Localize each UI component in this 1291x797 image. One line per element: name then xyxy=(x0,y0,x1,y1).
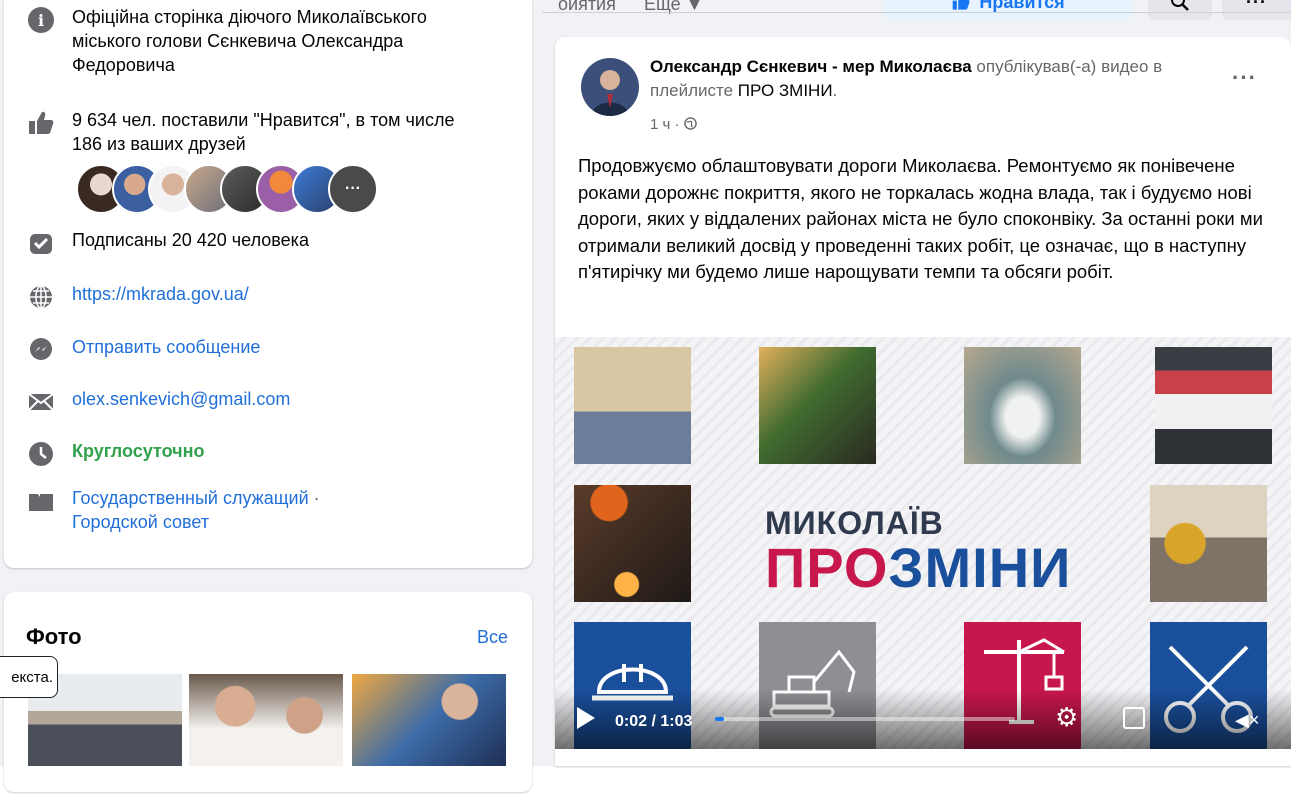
video-logo: МИКОЛАЇВ ПРОЗМІНИ xyxy=(765,505,1071,596)
like-page-button[interactable]: Нравится xyxy=(884,0,1132,20)
tab-more[interactable]: Еще ▼ xyxy=(644,0,703,22)
post-author-link[interactable]: Олександр Сєнкевич - мер Миколаєва xyxy=(650,57,972,76)
photos-title: Фото xyxy=(26,624,82,649)
about-description: Офіційна сторінка діючого Миколаївського… xyxy=(72,7,427,75)
opening-hours: Круглосуточно xyxy=(72,441,205,461)
see-all-photos-link[interactable]: Все xyxy=(477,627,508,648)
category-separator: · xyxy=(308,488,320,508)
about-email-row: olex.senkevich@gmail.com xyxy=(26,387,290,417)
mute-icon[interactable]: ◀× xyxy=(1235,710,1259,731)
public-globe-icon xyxy=(683,117,697,130)
video-tile-fire-boat xyxy=(964,347,1081,464)
more-friends-avatar[interactable]: ··· xyxy=(328,164,378,214)
photo-thumbnail[interactable] xyxy=(189,674,343,766)
about-followers-row: Подписаны 20 420 человека xyxy=(26,228,309,258)
clock-icon xyxy=(26,439,56,469)
photo-thumbnail[interactable] xyxy=(352,674,506,766)
email-link[interactable]: olex.senkevich@gmail.com xyxy=(72,387,290,411)
video-player[interactable]: МИКОЛАЇВ ПРОЗМІНИ 0:02 / 1:03 ⚙ ◀× xyxy=(555,337,1291,749)
video-tile-industrial xyxy=(759,347,876,464)
about-likes: 9 634 чел. поставили "Нравится", в том ч… xyxy=(72,110,455,154)
about-category: Государственный служащий · Городской сов… xyxy=(72,486,432,534)
friends-avatars[interactable]: ··· xyxy=(76,164,416,214)
settings-gear-icon[interactable]: ⚙ xyxy=(1055,702,1078,733)
post-card: Олександр Сєнкевич - мер Миколаєва опубл… xyxy=(555,37,1291,766)
about-description-row: i Офіційна сторінка діючого Миколаївсько… xyxy=(26,5,452,77)
photos-card: Фото Все xyxy=(4,592,532,792)
video-tile-welder xyxy=(574,485,691,602)
about-followers: Подписаны 20 420 человека xyxy=(72,230,309,250)
video-tile-trolleybus xyxy=(1155,347,1272,464)
like-button-label: Нравится xyxy=(979,0,1065,12)
envelope-icon xyxy=(26,387,56,417)
video-controls: 0:02 / 1:03 ⚙ ◀× xyxy=(555,689,1291,749)
more-options-button[interactable]: ··· xyxy=(1222,0,1291,20)
category-city-council-link[interactable]: Городской совет xyxy=(72,512,209,532)
about-hours-row: Круглосуточно xyxy=(26,439,204,469)
video-time: 0:02 / 1:03 xyxy=(615,713,693,730)
video-tile-warehouse xyxy=(574,347,691,464)
tab-events[interactable]: оиятия xyxy=(558,0,616,22)
about-card: i Офіційна сторінка діючого Миколаївсько… xyxy=(4,0,532,568)
playlist-link[interactable]: ПРО ЗМІНИ xyxy=(738,81,833,100)
post-timestamp[interactable]: 1 ч · xyxy=(650,116,697,133)
video-tile-excavator-photo xyxy=(1150,485,1267,602)
search-icon xyxy=(1171,0,1189,11)
about-likes-row: 9 634 чел. поставили "Нравится", в том ч… xyxy=(26,108,482,156)
more-dots-icon: ··· xyxy=(1246,0,1267,12)
author-avatar[interactable] xyxy=(581,58,639,116)
post-time-text: 1 ч · xyxy=(650,116,684,133)
video-progress xyxy=(715,717,724,721)
post-options-button[interactable]: ··· xyxy=(1232,65,1257,91)
folder-icon xyxy=(26,486,56,516)
info-icon: i xyxy=(26,5,56,35)
play-button[interactable] xyxy=(577,707,595,729)
picture-in-picture-button[interactable] xyxy=(1123,707,1145,729)
thumbs-up-icon xyxy=(953,0,970,10)
post-text: Продовжуємо облаштовувати дороги Миколає… xyxy=(578,155,1263,282)
about-category-row: Государственный служащий · Городской сов… xyxy=(26,486,432,534)
search-button[interactable] xyxy=(1148,0,1212,20)
video-seek-bar[interactable] xyxy=(715,717,1015,721)
globe-icon xyxy=(26,282,56,312)
website-link[interactable]: https://mkrada.gov.ua/ xyxy=(72,282,249,306)
post-header-period: . xyxy=(832,81,838,100)
tooltip-fragment: екста. xyxy=(0,656,58,698)
logo-zmini: ЗМІНИ xyxy=(888,536,1072,599)
header-divider xyxy=(542,12,1291,13)
followers-icon xyxy=(26,228,56,258)
thumbs-up-icon xyxy=(26,108,56,138)
logo-line-prozmini: ПРОЗМІНИ xyxy=(765,540,1071,596)
about-website-row: https://mkrada.gov.ua/ xyxy=(26,282,249,312)
about-message-row: Отправить сообщение xyxy=(26,335,260,365)
messenger-icon xyxy=(26,335,56,365)
post-header: Олександр Сєнкевич - мер Миколаєва опубл… xyxy=(650,55,1220,103)
category-government-link[interactable]: Государственный служащий xyxy=(72,488,309,508)
logo-pro: ПРО xyxy=(765,536,889,599)
send-message-link[interactable]: Отправить сообщение xyxy=(72,335,260,359)
